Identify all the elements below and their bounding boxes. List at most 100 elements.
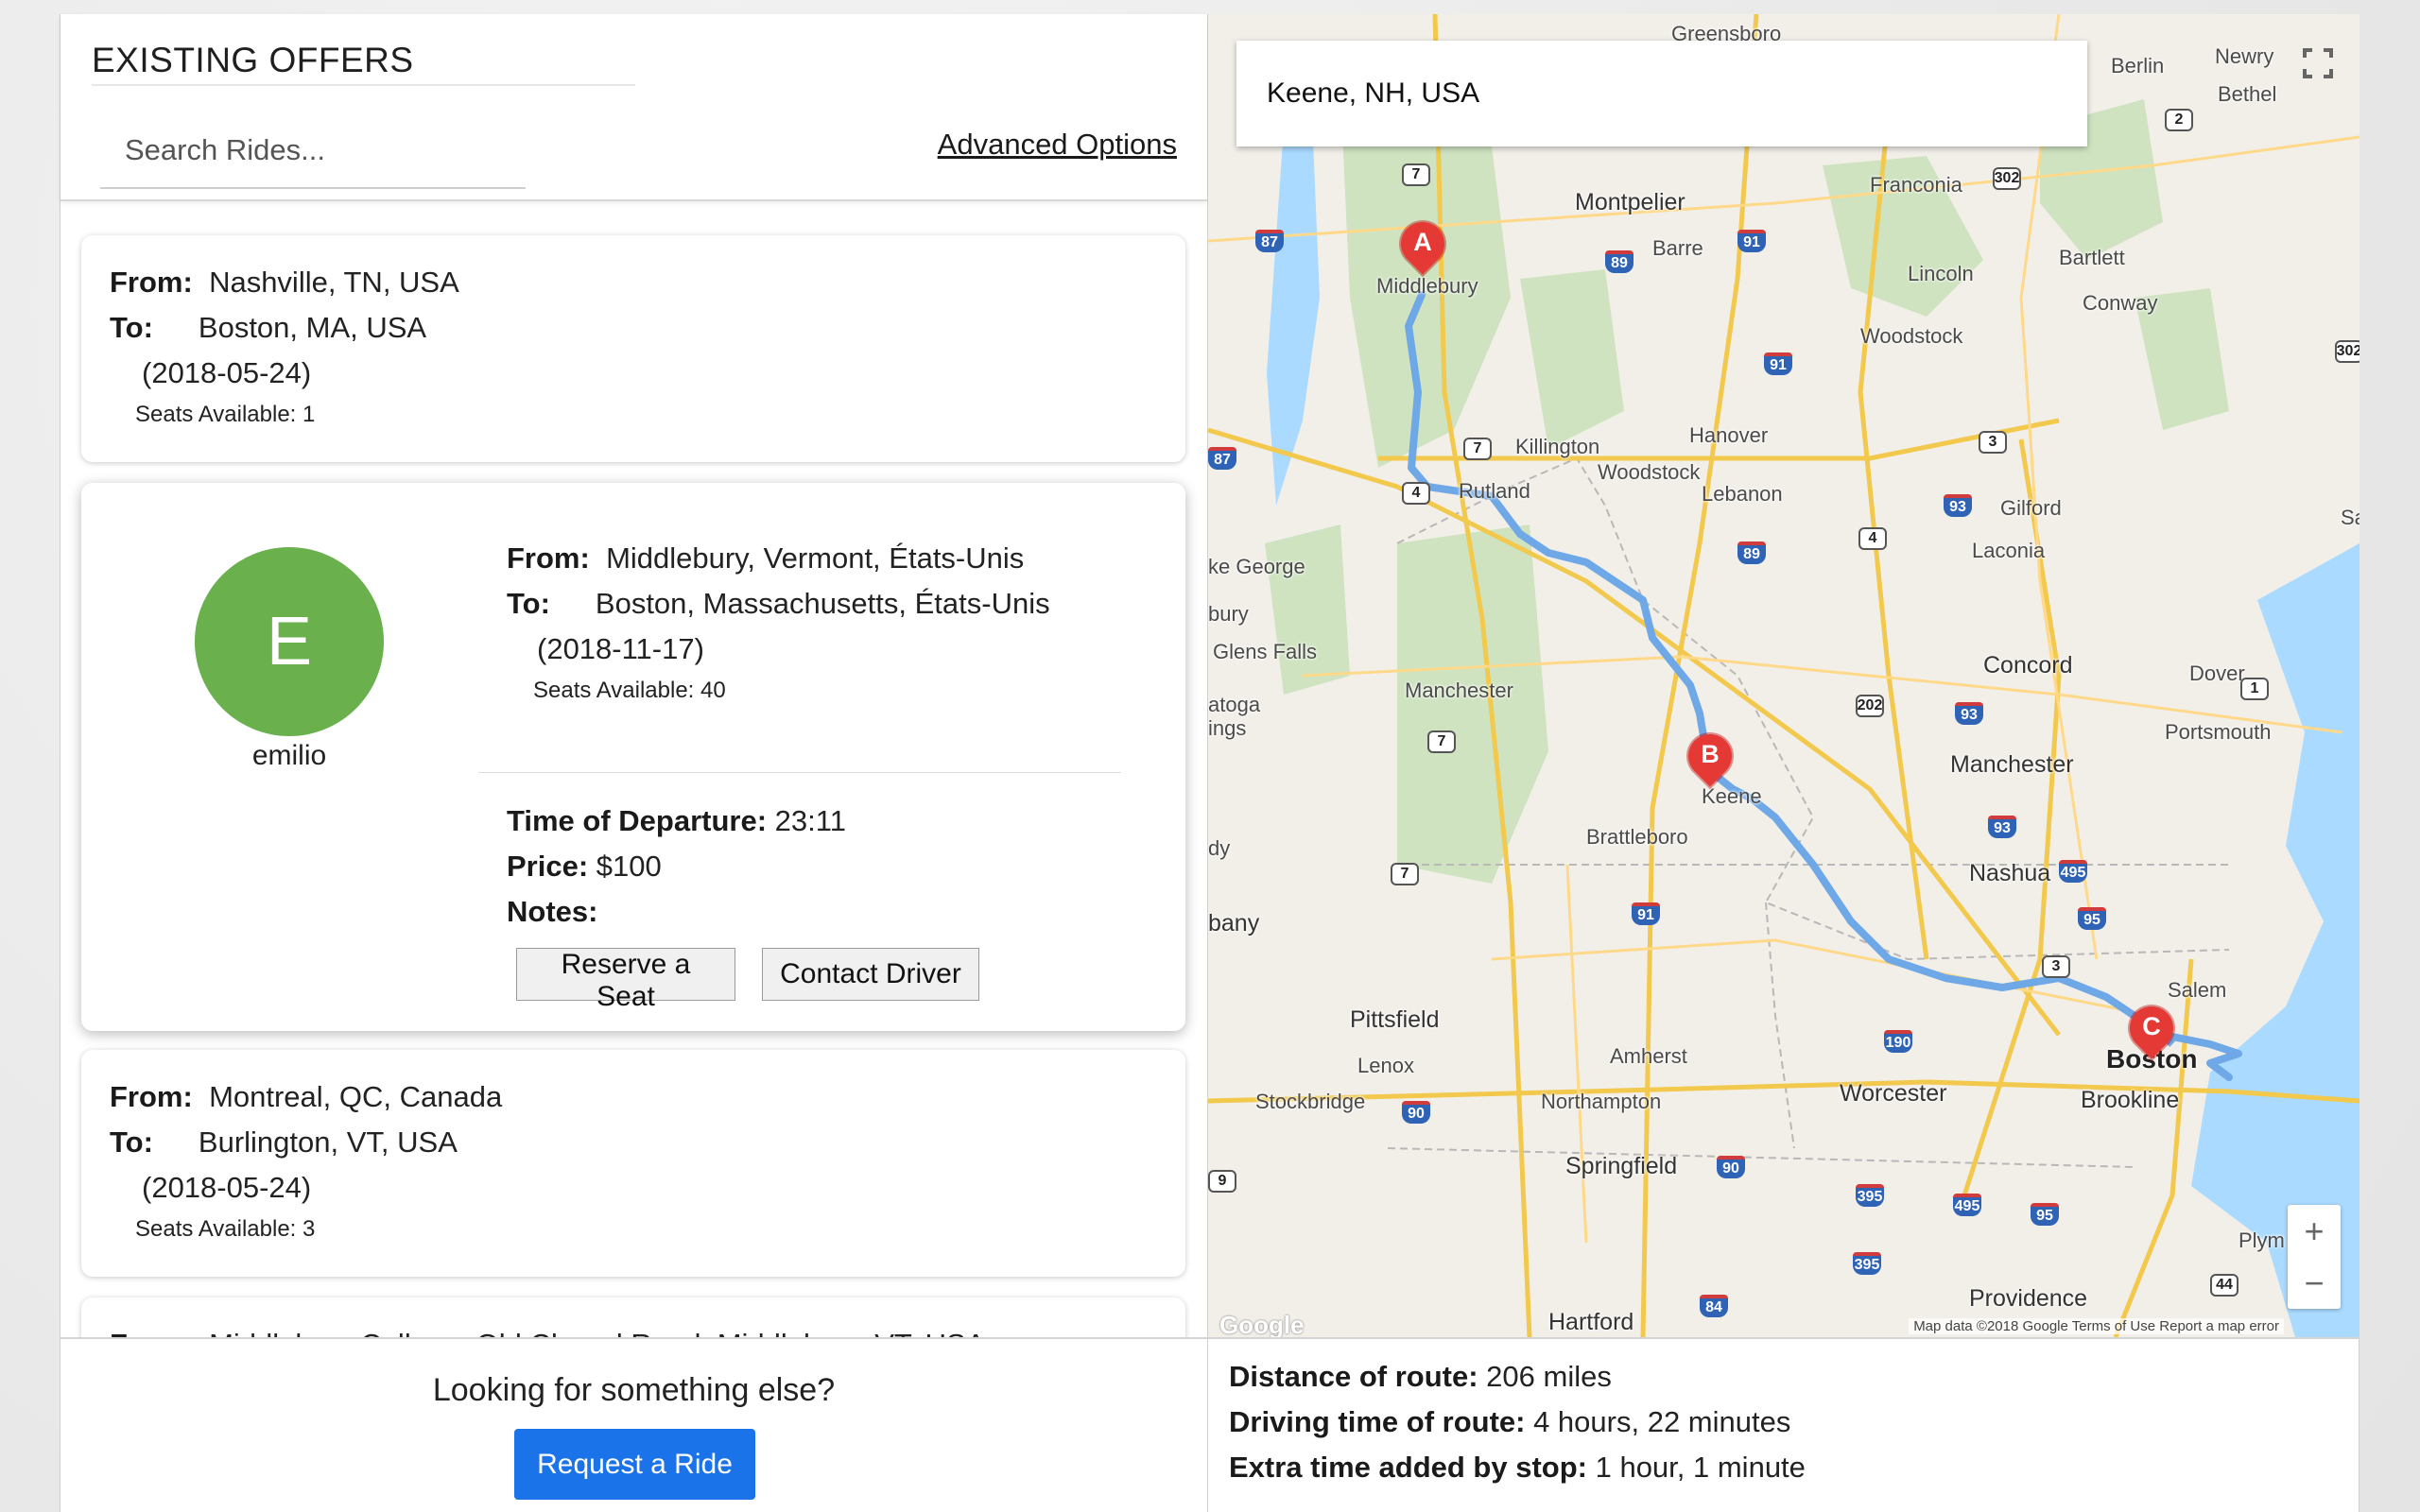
- offers-title: EXISTING OFFERS: [92, 41, 414, 79]
- us-route-shield: 7: [1427, 730, 1456, 753]
- title-rule: [92, 84, 635, 86]
- departure-row: Time of Departure: 23:11: [507, 804, 846, 838]
- interstate-shield: 93: [1988, 816, 2016, 838]
- place-label: Lincoln: [1908, 262, 1974, 285]
- contact-driver-button[interactable]: Contact Driver: [762, 948, 979, 1001]
- place-label: Laconia: [1972, 539, 2046, 562]
- us-route-shield: 44: [2210, 1274, 2238, 1297]
- interstate-shield: 93: [1955, 702, 1983, 725]
- offer-list[interactable]: From: Nashville, TN, USA To: Boston, MA, …: [60, 203, 1207, 1350]
- seats-available: Seats Available: 40: [533, 678, 726, 703]
- advanced-options-link[interactable]: Advanced Options: [938, 128, 1177, 162]
- route-marker-c[interactable]: C: [2120, 997, 2183, 1065]
- price-value: $100: [596, 850, 662, 883]
- interstate-shield: 91: [1764, 352, 1792, 375]
- marker-letter: C: [2142, 1012, 2161, 1040]
- from-value: Montreal, QC, Canada: [209, 1080, 503, 1113]
- us-route-shield: 7: [1391, 863, 1419, 885]
- place-label: Brattleboro: [1586, 825, 1688, 849]
- to-value: Boston, MA, USA: [198, 311, 427, 344]
- us-route-shield: 1: [2240, 678, 2269, 700]
- place-label: Glens Falls: [1213, 640, 1318, 663]
- to-row: To: Boston, MA, USA: [110, 311, 426, 345]
- notes-label: Notes:: [507, 895, 598, 928]
- us-route-shield: 302: [2335, 340, 2360, 363]
- distance-value: 206 miles: [1486, 1360, 1612, 1393]
- to-row: To: Boston, Massachusetts, États-Unis: [507, 587, 1050, 621]
- place-label: Bethel: [2218, 82, 2277, 106]
- map-search-input[interactable]: [1236, 41, 2087, 146]
- place-label: Plym: [2238, 1228, 2285, 1252]
- place-label: Brookline: [2081, 1087, 2180, 1113]
- us-route-shield: 202: [1856, 695, 1884, 717]
- place-label: ings: [1208, 716, 1247, 740]
- reserve-seat-button[interactable]: Reserve a Seat: [516, 948, 735, 1012]
- us-route-shield: 3: [2042, 955, 2070, 978]
- avatar-letter: E: [266, 604, 313, 679]
- us-route-shield: 4: [1858, 527, 1887, 550]
- to-value: Burlington, VT, USA: [198, 1125, 458, 1159]
- route-extra-time: Extra time added by stop: 1 hour, 1 minu…: [1229, 1451, 1806, 1485]
- forest-areas: [1265, 71, 2229, 884]
- offer-card[interactable]: From: Nashville, TN, USA To: Boston, MA, …: [81, 235, 1185, 462]
- place-label: Providence: [1969, 1285, 2088, 1312]
- place-label: bany: [1208, 910, 1260, 936]
- time-value: 4 hours, 22 minutes: [1533, 1405, 1791, 1438]
- marker-letter: B: [1701, 740, 1720, 768]
- price-row: Price: $100: [507, 850, 662, 884]
- interstate-shield: 495: [2059, 860, 2087, 883]
- to-label: To:: [507, 587, 550, 620]
- offers-panel: EXISTING OFFERS Advanced Options From: N…: [60, 14, 1208, 1512]
- request-prompt: Looking for something else?: [432, 1372, 836, 1408]
- interstate-shield: 395: [1853, 1252, 1881, 1275]
- request-footer: Looking for something else? Request a Ri…: [60, 1337, 1207, 1512]
- fullscreen-icon[interactable]: [2297, 43, 2339, 84]
- fullscreen-glyph: [2303, 48, 2333, 78]
- route-marker-b[interactable]: B: [1679, 725, 1741, 793]
- interstate-shield: 91: [1737, 230, 1766, 252]
- place-label: Newry: [2215, 44, 2274, 68]
- to-row: To: Burlington, VT, USA: [110, 1125, 458, 1160]
- interstate-shield: 87: [1208, 447, 1236, 470]
- interstate-shield: 91: [1632, 902, 1660, 925]
- place-label: Lenox: [1357, 1054, 1414, 1077]
- place-label: bury: [1208, 602, 1249, 626]
- place-label: Stockbridge: [1255, 1090, 1366, 1113]
- interstate-shield: 90: [1717, 1156, 1745, 1178]
- route-distance: Distance of route: 206 miles: [1229, 1360, 1612, 1394]
- google-logo: Google: [1219, 1311, 1305, 1337]
- place-label: Lebanon: [1702, 482, 1783, 506]
- offer-card-expanded[interactable]: E emilio From: Middlebury, Vermont, État…: [81, 483, 1185, 1031]
- ride-date: (2018-05-24): [142, 1171, 312, 1204]
- zoom-out-button[interactable]: −: [2288, 1257, 2341, 1309]
- route-marker-a[interactable]: A: [1392, 213, 1454, 281]
- offer-card[interactable]: From: Montreal, QC, Canada To: Burlington…: [81, 1050, 1185, 1277]
- place-label: Amherst: [1610, 1044, 1687, 1068]
- to-value: Boston, Massachusetts, États-Unis: [595, 587, 1050, 620]
- place-label: Woodstock: [1860, 324, 1963, 348]
- distance-label: Distance of route:: [1229, 1360, 1478, 1393]
- place-label: Bartlett: [2059, 246, 2125, 269]
- route-map[interactable]: Greensboro Newry Berlin Bethel Franconia…: [1208, 14, 2360, 1337]
- interstate-shield: 95: [2078, 907, 2106, 930]
- place-label: Gilford: [2000, 496, 2062, 520]
- from-row: From: Montreal, QC, Canada: [110, 1080, 502, 1114]
- place-label: Nashua: [1969, 860, 2051, 886]
- marker-letter: A: [1413, 228, 1432, 256]
- driver-name: emilio: [251, 740, 327, 771]
- request-ride-button[interactable]: Request a Ride: [514, 1429, 755, 1500]
- zoom-control: + −: [2288, 1205, 2341, 1309]
- place-label: Hartford: [1548, 1309, 1634, 1335]
- us-route-shield: 7: [1463, 438, 1492, 460]
- us-route-shield: 9: [1208, 1170, 1236, 1193]
- place-label: dy: [1208, 836, 1231, 860]
- offers-header: EXISTING OFFERS Advanced Options: [60, 14, 1207, 201]
- zoom-in-button[interactable]: +: [2288, 1205, 2341, 1257]
- map-panel: Greensboro Newry Berlin Bethel Franconia…: [1208, 14, 2360, 1512]
- map-credit[interactable]: Map data ©2018 Google Terms of Use Repor…: [1909, 1318, 2284, 1334]
- interstate-shield: 87: [1255, 230, 1284, 252]
- interstate-shield: 84: [1700, 1295, 1728, 1317]
- card-divider: [478, 772, 1121, 773]
- search-rides-input[interactable]: [100, 113, 526, 189]
- us-route-shield: 4: [1402, 482, 1430, 505]
